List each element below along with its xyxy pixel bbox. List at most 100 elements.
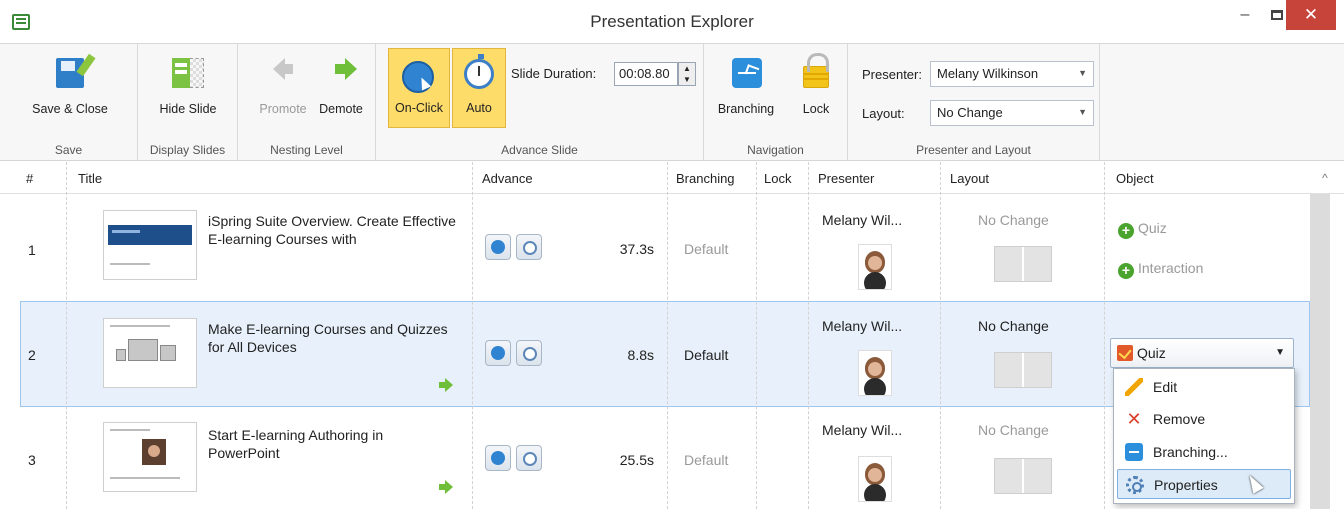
gear-icon — [1126, 476, 1144, 494]
layout-name[interactable]: No Change — [978, 318, 1049, 334]
quiz-icon — [1117, 345, 1133, 361]
save-close-button[interactable]: Save & Close — [22, 44, 118, 134]
layout-select[interactable]: No Change ▼ — [930, 100, 1094, 126]
presenter-value: Melany Wilkinson — [937, 66, 1039, 81]
slide-duration[interactable]: 25.5s — [594, 452, 654, 468]
display-slides-group-label: Display Slides — [149, 143, 226, 157]
layout-thumbnail — [994, 458, 1052, 494]
presenter-select[interactable]: Melany Wilkinson ▼ — [930, 61, 1094, 87]
column-divider — [66, 162, 67, 509]
presenter-avatar — [858, 244, 892, 290]
menu-item-branching[interactable]: Branching... — [1117, 437, 1291, 467]
branching-icon — [732, 58, 762, 88]
object-select[interactable]: Quiz ▼ — [1110, 338, 1294, 368]
col-header-title[interactable]: Title — [78, 171, 102, 186]
spin-up-icon[interactable]: ▲ — [679, 63, 695, 74]
slide-thumbnail[interactable] — [103, 210, 197, 280]
menu-item-label: Edit — [1153, 379, 1178, 395]
column-divider — [756, 162, 757, 509]
chevron-down-icon: ▼ — [1078, 107, 1087, 117]
table-header: # Title Advance Branching Lock Presenter… — [0, 162, 1344, 194]
advance-slide-group-label: Advance Slide — [501, 143, 578, 157]
add-interaction-link[interactable]: + Interaction — [1118, 260, 1203, 279]
presenter-name[interactable]: Melany Wil... — [822, 422, 902, 438]
save-close-label: Save & Close — [32, 102, 108, 116]
on-click-toggle[interactable] — [485, 340, 511, 366]
column-divider — [940, 162, 941, 509]
ribbon-toolbar: Save & Close Save Hide Slide Display Sli… — [0, 44, 1344, 161]
layout-label: Layout: — [862, 106, 905, 121]
col-header-number[interactable]: # — [26, 171, 33, 186]
slide-thumbnail[interactable] — [103, 422, 197, 492]
hide-slide-button[interactable]: Hide Slide — [148, 44, 228, 134]
col-header-presenter[interactable]: Presenter — [818, 171, 874, 186]
menu-item-properties[interactable]: Properties — [1117, 469, 1291, 499]
branching-value[interactable]: Default — [684, 452, 728, 468]
hide-slide-label: Hide Slide — [159, 102, 217, 116]
window-title: Presentation Explorer — [590, 12, 754, 31]
branching-button[interactable]: Branching — [708, 44, 784, 134]
table-row[interactable] — [20, 195, 1310, 301]
slide-title[interactable]: Make E-learning Courses and Quizzes for … — [208, 320, 458, 356]
col-header-branching[interactable]: Branching — [676, 171, 735, 186]
on-click-label: On-Click — [395, 101, 443, 115]
auto-timer-toggle[interactable] — [516, 234, 542, 260]
layout-thumbnail — [994, 246, 1052, 282]
duration-spinner[interactable]: ▲ ▼ — [678, 62, 696, 86]
cursor-click-icon — [402, 61, 434, 93]
col-header-layout[interactable]: Layout — [950, 171, 989, 186]
slide-duration[interactable]: 8.8s — [594, 347, 654, 363]
menu-item-label: Branching... — [1153, 444, 1228, 460]
on-click-toggle[interactable] — [485, 234, 511, 260]
slide-duration[interactable]: 37.3s — [594, 241, 654, 257]
presenter-name[interactable]: Melany Wil... — [822, 318, 902, 334]
menu-item-label: Properties — [1154, 477, 1218, 493]
layout-value: No Change — [937, 105, 1003, 120]
close-button[interactable]: ✕ — [1286, 0, 1336, 30]
arrow-left-icon — [273, 58, 293, 80]
chevron-down-icon: ▼ — [1078, 68, 1087, 78]
col-header-advance[interactable]: Advance — [482, 171, 533, 186]
layout-name[interactable]: No Change — [978, 212, 1049, 228]
menu-item-remove[interactable]: ✕ Remove — [1117, 404, 1291, 434]
slide-title[interactable]: iSpring Suite Overview. Create Effective… — [208, 212, 458, 248]
lock-label: Lock — [802, 102, 830, 116]
arrow-right-icon[interactable] — [439, 480, 453, 494]
demote-button[interactable]: Demote — [314, 44, 368, 134]
save-icon — [56, 58, 84, 88]
add-quiz-label: Quiz — [1138, 220, 1167, 236]
lock-button[interactable]: Lock — [790, 44, 842, 134]
slide-duration-input[interactable]: 00:08.80 — [614, 62, 678, 86]
promote-button[interactable]: Promote — [252, 44, 314, 134]
presenter-name[interactable]: Melany Wil... — [822, 212, 902, 228]
col-header-object[interactable]: Object — [1116, 171, 1154, 186]
scroll-up-icon[interactable]: ^ — [1306, 162, 1344, 194]
vertical-scrollbar[interactable] — [1310, 194, 1330, 509]
auto-timer-toggle[interactable] — [516, 445, 542, 471]
slide-thumbnail[interactable] — [103, 318, 197, 388]
slide-title[interactable]: Start E-learning Authoring in PowerPoint — [208, 426, 458, 462]
remove-x-icon: ✕ — [1126, 409, 1142, 429]
spin-down-icon[interactable]: ▼ — [679, 74, 695, 85]
col-header-lock[interactable]: Lock — [764, 171, 791, 186]
branching-value[interactable]: Default — [684, 241, 728, 257]
on-click-toggle[interactable] — [485, 445, 511, 471]
on-click-button[interactable]: On-Click — [388, 48, 450, 128]
hide-slide-icon — [172, 58, 204, 88]
advance-slide-group: On-Click Auto Slide Duration: 00:08.80 ▲… — [376, 44, 704, 161]
nesting-level-group: Promote Demote Nesting Level — [238, 44, 376, 161]
stopwatch-icon — [464, 54, 494, 89]
layout-name[interactable]: No Change — [978, 422, 1049, 438]
object-select-value: Quiz — [1137, 345, 1166, 361]
plus-icon: + — [1118, 263, 1134, 279]
lock-icon — [803, 53, 829, 88]
auto-button[interactable]: Auto — [452, 48, 506, 128]
navigation-group-label: Navigation — [747, 143, 804, 157]
auto-timer-toggle[interactable] — [516, 340, 542, 366]
menu-item-edit[interactable]: Edit — [1117, 372, 1291, 402]
arrow-right-icon[interactable] — [439, 378, 453, 392]
maximize-icon — [1271, 10, 1283, 20]
menu-item-label: Remove — [1153, 411, 1206, 427]
add-quiz-link[interactable]: + Quiz — [1118, 220, 1167, 239]
branching-value[interactable]: Default — [684, 347, 728, 363]
